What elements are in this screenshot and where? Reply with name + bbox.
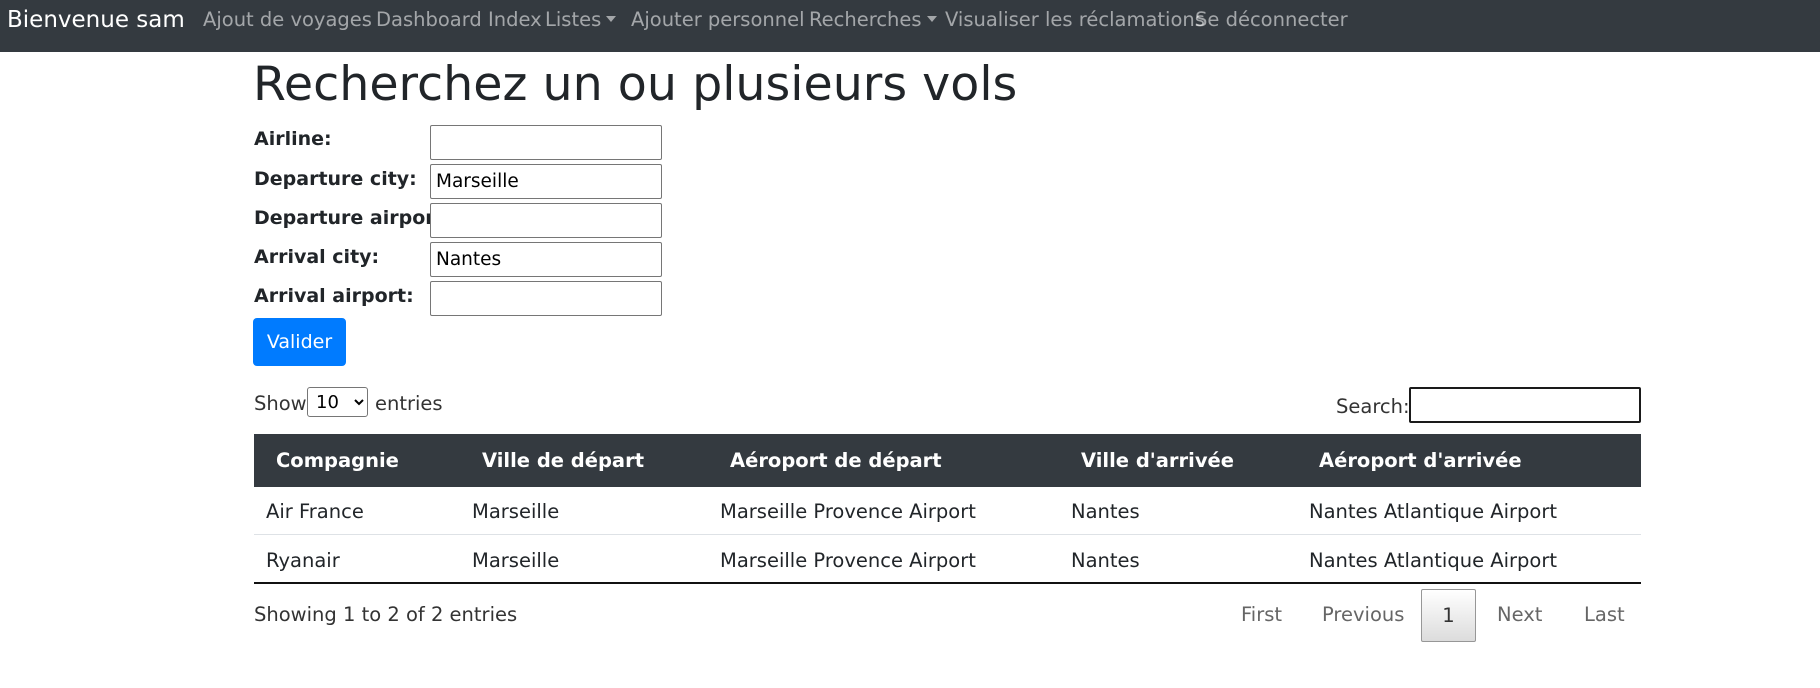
airline-input[interactable]	[430, 125, 662, 160]
nav-item-ajouter-personnel[interactable]: Ajouter personnel	[631, 8, 805, 32]
column-header-aeroport-arrivee[interactable]: Aéroport d'arrivée	[1319, 449, 1522, 473]
table-cell-aeroport-arrivee: Nantes Atlantique Airport	[1309, 549, 1558, 572]
valider-button[interactable]: Valider	[253, 318, 346, 366]
pagination-page-1-button[interactable]: 1	[1421, 589, 1476, 642]
table-cell-aeroport-depart: Marseille Provence Airport	[720, 549, 976, 572]
show-label: Show	[254, 392, 307, 415]
airline-label: Airline:	[254, 128, 332, 150]
table-cell-aeroport-arrivee: Nantes Atlantique Airport	[1309, 500, 1558, 523]
table-row: Air France Marseille Marseille Provence …	[254, 487, 1641, 535]
departure-airport-input[interactable]	[430, 203, 662, 238]
nav-item-ajout-voyages[interactable]: Ajout de voyages	[203, 8, 372, 32]
pagination-previous-button[interactable]: Previous	[1322, 603, 1404, 627]
pagination-first-button[interactable]: First	[1241, 603, 1282, 627]
entries-label: entries	[375, 392, 443, 415]
table-cell-aeroport-depart: Marseille Provence Airport	[720, 500, 976, 523]
pagination-last-button[interactable]: Last	[1584, 603, 1625, 627]
arrival-city-input[interactable]	[430, 242, 662, 277]
nav-item-dashboard-index[interactable]: Dashboard Index	[376, 8, 542, 32]
column-header-ville-depart[interactable]: Ville de départ	[482, 449, 644, 473]
navbar-brand[interactable]: Bienvenue sam	[7, 6, 185, 34]
column-header-ville-arrivee[interactable]: Ville d'arrivée	[1081, 449, 1234, 473]
nav-item-listes[interactable]: Listes	[545, 8, 617, 32]
table-info: Showing 1 to 2 of 2 entries	[254, 603, 518, 626]
arrival-airport-input[interactable]	[430, 281, 662, 316]
table-header: Compagnie Ville de départ Aéroport de dé…	[254, 434, 1641, 487]
search-label: Search:	[1336, 395, 1410, 418]
nav-item-listes-label: Listes	[545, 8, 602, 31]
table-cell-ville-depart: Marseille	[472, 549, 560, 572]
page-title: Recherchez un ou plusieurs vols	[253, 57, 1018, 112]
chevron-down-icon	[606, 16, 617, 22]
nav-item-recherches[interactable]: Recherches	[809, 8, 937, 32]
nav-item-visualiser-reclamations[interactable]: Visualiser les réclamations	[945, 8, 1205, 32]
departure-airport-label: Departure airport:	[254, 207, 452, 229]
arrival-city-label: Arrival city:	[254, 246, 380, 268]
column-header-compagnie[interactable]: Compagnie	[276, 449, 399, 473]
page-length-select[interactable]: 10	[307, 387, 368, 417]
search-input[interactable]	[1409, 387, 1641, 423]
table-cell-ville-arrivee: Nantes	[1071, 500, 1140, 523]
pagination-next-button[interactable]: Next	[1497, 603, 1542, 627]
table-cell-compagnie: Ryanair	[266, 549, 340, 572]
table-cell-compagnie: Air France	[266, 500, 364, 523]
chevron-down-icon	[926, 16, 937, 22]
nav-item-recherches-label: Recherches	[809, 8, 922, 31]
column-header-aeroport-depart[interactable]: Aéroport de départ	[730, 449, 942, 473]
nav-item-se-deconnecter[interactable]: Se déconnecter	[1195, 8, 1348, 32]
top-navbar: Bienvenue sam Ajout de voyages Dashboard…	[0, 0, 1820, 52]
table-cell-ville-arrivee: Nantes	[1071, 549, 1140, 572]
departure-city-label: Departure city:	[254, 168, 417, 190]
table-cell-ville-depart: Marseille	[472, 500, 560, 523]
departure-city-input[interactable]	[430, 164, 662, 199]
table-row: Ryanair Marseille Marseille Provence Air…	[254, 536, 1641, 584]
arrival-airport-label: Arrival airport:	[254, 285, 414, 307]
